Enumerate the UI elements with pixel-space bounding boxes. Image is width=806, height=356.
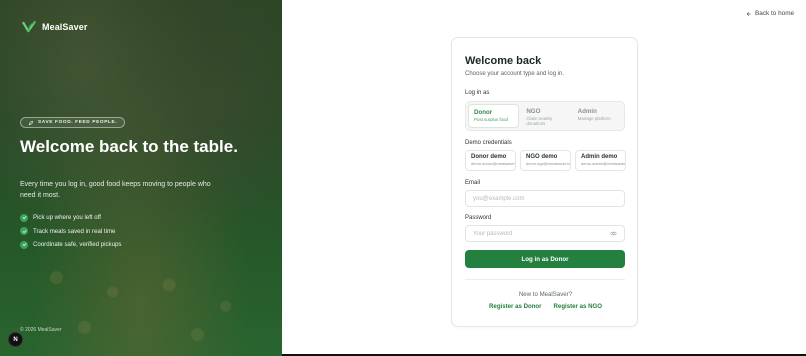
dev-tools-badge[interactable]: N — [8, 332, 23, 347]
benefit-text: Track meals saved in real time — [33, 227, 116, 235]
demo-donor-button[interactable]: Donor demo demo.donor@mealsaver.local — [465, 150, 516, 171]
benefit-text: Coordinate safe, verified pickups — [33, 241, 122, 249]
tagline-text: SAVE FOOD. FEED PEOPLE. — [38, 120, 118, 125]
hero-lead: Every time you log in, good food keeps m… — [20, 181, 211, 199]
card-subtitle: Choose your account type and log in. — [465, 71, 565, 77]
email-placeholder: you@example.com — [473, 195, 525, 202]
password-label: Password — [465, 215, 492, 221]
role-subtitle: Claim nearby donations — [526, 116, 553, 127]
password-placeholder: Your password — [473, 230, 513, 237]
demo-title: NGO demo — [526, 154, 558, 160]
role-subtitle: Manage platform — [577, 116, 611, 121]
role-selector: Donor Post surplus food NGO Claim nearby… — [465, 101, 625, 131]
benefit-text: Pick up where you left off — [33, 214, 101, 222]
demo-title: Admin demo — [581, 154, 618, 160]
role-subtitle: Post surplus food — [474, 117, 508, 122]
new-to-text: New to MealSaver? — [518, 291, 573, 298]
leaf-logo-icon — [22, 21, 36, 33]
benefit-item: Track meals saved in real time — [20, 225, 121, 239]
back-label: Back to home — [755, 10, 795, 17]
leaf-icon — [28, 120, 34, 125]
demo-credentials: Donor demo demo.donor@mealsaver.local NG… — [465, 150, 626, 171]
submit-label: Log in as Donor — [521, 255, 569, 263]
password-field[interactable]: Your password — [465, 225, 625, 242]
benefit-list: Pick up where you left off Track meals s… — [20, 211, 121, 252]
hero-headline: Welcome back to the table. — [20, 137, 238, 156]
arrow-left-icon — [746, 11, 752, 16]
check-icon — [20, 240, 28, 249]
login-as-label: Log in as — [465, 90, 490, 96]
back-to-home-link[interactable]: Back to home — [746, 10, 794, 17]
check-icon — [20, 213, 28, 222]
email-label: Email — [465, 180, 481, 186]
badge-letter: N — [13, 336, 18, 343]
role-title: NGO — [526, 108, 541, 115]
role-donor[interactable]: Donor Post surplus food — [468, 104, 520, 128]
brand-name: MealSaver — [42, 22, 88, 32]
benefit-item: Pick up where you left off — [20, 211, 121, 225]
hero-panel: MealSaver SAVE FOOD. FEED PEOPLE. Welcom… — [0, 0, 282, 356]
copyright: © 2026 MealSaver — [20, 327, 62, 333]
card-title: Welcome back — [465, 55, 542, 67]
demo-title: Donor demo — [471, 154, 507, 160]
demo-email: demo.admin@mealsaver.local — [581, 161, 625, 166]
role-title: Donor — [474, 109, 493, 116]
register-links: Register as Donor Register as NGO — [452, 303, 639, 310]
tagline-pill: SAVE FOOD. FEED PEOPLE. — [20, 117, 126, 128]
register-ngo-link[interactable]: Register as NGO — [554, 303, 602, 310]
benefit-item: Coordinate safe, verified pickups — [20, 238, 121, 252]
demo-ngo-button[interactable]: NGO demo demo.ngo@mealsaver.local — [520, 150, 571, 171]
divider — [465, 279, 625, 280]
demo-email: demo.donor@mealsaver.local — [471, 161, 516, 166]
email-field[interactable]: you@example.com — [465, 190, 625, 207]
demo-email: demo.ngo@mealsaver.local — [526, 161, 571, 166]
register-donor-link[interactable]: Register as Donor — [489, 303, 542, 310]
login-submit-button[interactable]: Log in as Donor — [465, 250, 625, 268]
page: MealSaver SAVE FOOD. FEED PEOPLE. Welcom… — [0, 0, 806, 356]
role-ngo[interactable]: NGO Claim nearby donations — [521, 104, 570, 128]
demo-admin-button[interactable]: Admin demo demo.admin@mealsaver.local — [575, 150, 626, 171]
role-title: Admin — [577, 108, 597, 115]
login-card: Welcome back Choose your account type an… — [451, 37, 638, 327]
check-icon — [20, 227, 28, 236]
demo-credentials-label: Demo credentials — [465, 140, 512, 146]
brand-logo[interactable]: MealSaver — [22, 20, 87, 34]
eye-icon[interactable] — [610, 230, 617, 237]
role-admin[interactable]: Admin Manage platform — [573, 104, 622, 128]
